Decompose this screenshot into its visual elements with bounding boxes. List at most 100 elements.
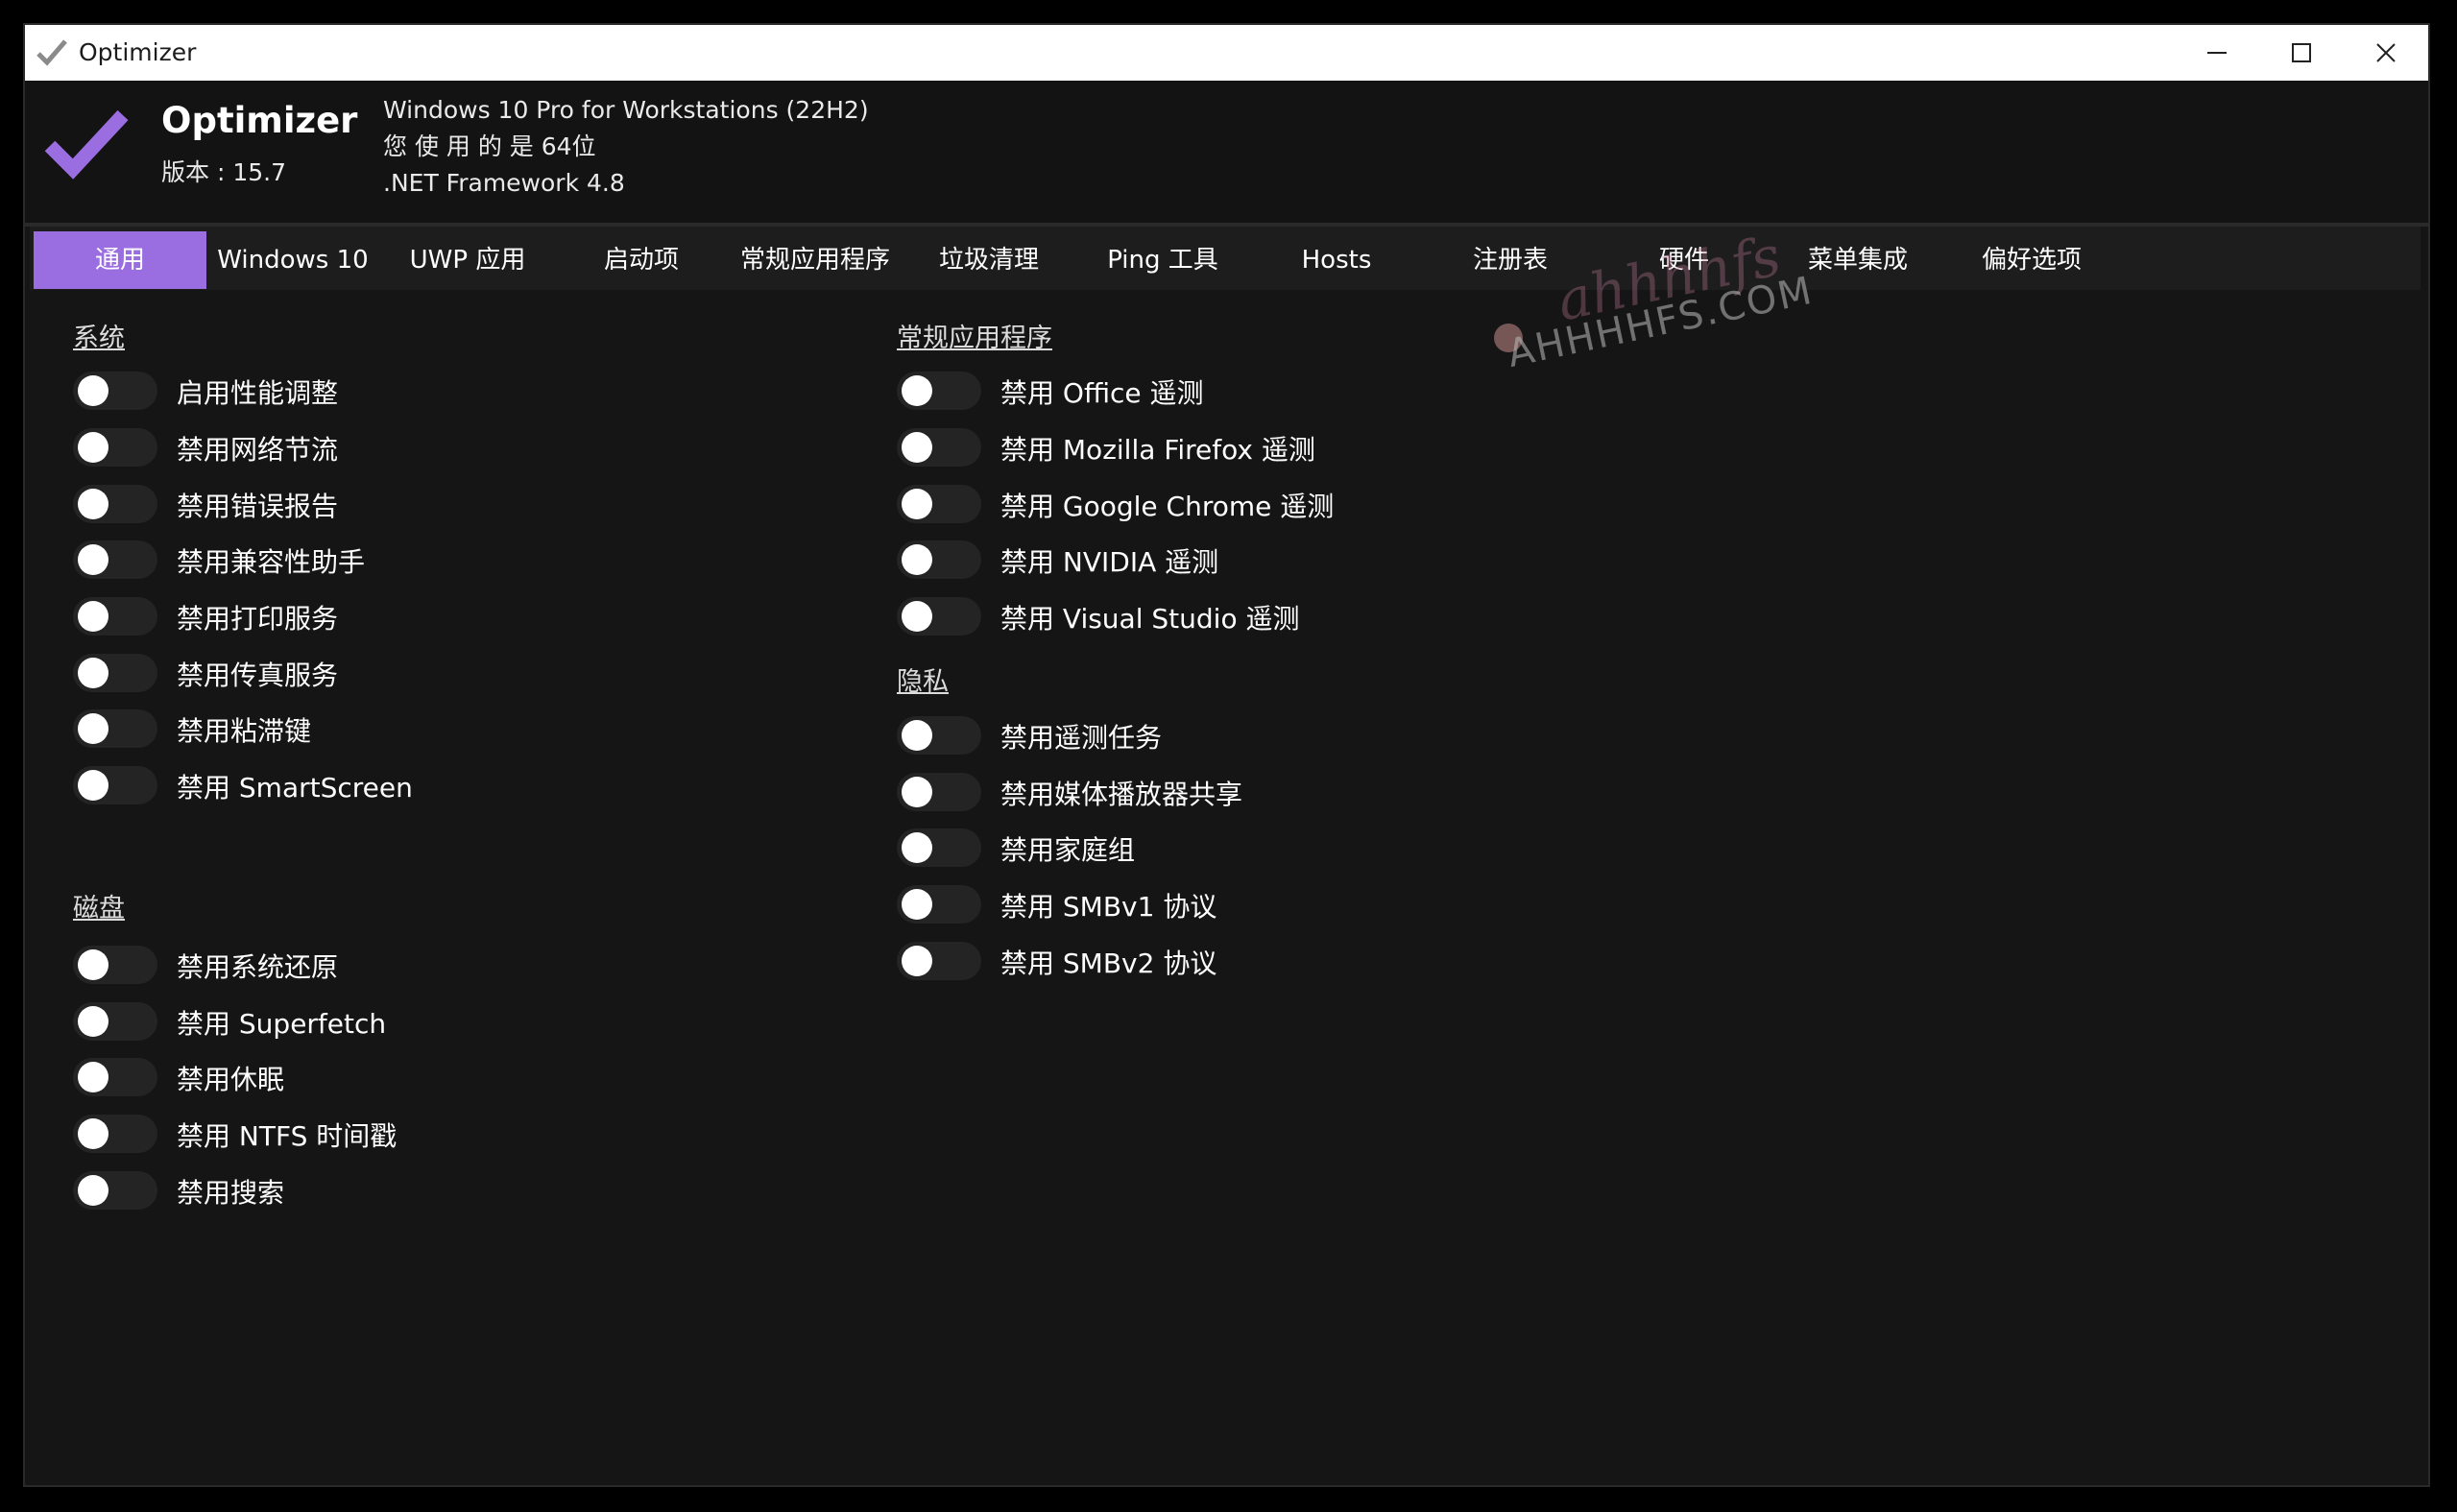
toggle-switch[interactable] <box>897 716 981 755</box>
tab-preferences[interactable]: 偏好选项 <box>1945 231 2118 289</box>
tab-cleanup[interactable]: 垃圾清理 <box>903 231 1075 289</box>
toggle-switch[interactable] <box>73 597 157 636</box>
toggle-knob <box>902 544 932 575</box>
os-architecture: 您 使 用 的 是 64位 <box>383 132 596 160</box>
tab-startup[interactable]: 启动项 <box>555 231 728 289</box>
app-name: Optimizer <box>161 100 358 141</box>
section-title-system[interactable]: 系统 <box>73 317 125 354</box>
toggle-knob <box>78 949 108 980</box>
option-label: 禁用 NVIDIA 遥测 <box>1000 546 1219 578</box>
toggle-knob <box>78 1006 108 1037</box>
option-label: 禁用家庭组 <box>1000 834 1136 866</box>
app-header: Optimizer 版本 : 15.7 Windows 10 Pro for W… <box>25 81 2428 227</box>
option-label: 禁用媒体播放器共享 <box>1000 779 1243 810</box>
tab-common-apps[interactable]: 常规应用程序 <box>729 231 902 289</box>
toggle-switch[interactable] <box>897 485 981 523</box>
toggle-switch[interactable] <box>897 942 981 980</box>
tab-hosts[interactable]: Hosts <box>1250 231 1423 289</box>
window-title: Optimizer <box>79 38 197 66</box>
tab-registry[interactable]: 注册表 <box>1424 231 1597 289</box>
tab-hardware[interactable]: 硬件 <box>1598 231 1770 289</box>
option-label: 禁用 SMBv1 协议 <box>1000 891 1217 923</box>
toggle-knob <box>78 1175 108 1206</box>
app-window: Optimizer Optimizer 版本 : 15.7 Windows 10… <box>25 25 2428 1485</box>
toggle-knob <box>902 375 932 406</box>
toggle-knob <box>902 720 932 751</box>
toggle-knob <box>78 375 108 406</box>
toggle-switch[interactable] <box>73 766 157 804</box>
toggle-switch[interactable] <box>897 597 981 636</box>
system-info: Windows 10 Pro for Workstations (22H2) 您… <box>383 92 869 202</box>
option-label: 禁用网络节流 <box>177 434 339 466</box>
toggle-switch[interactable] <box>73 428 157 467</box>
toggle-switch[interactable] <box>897 885 981 924</box>
title-bar[interactable]: Optimizer <box>25 25 2428 81</box>
toggle-switch[interactable] <box>897 540 981 579</box>
toggle-knob <box>902 832 932 863</box>
option-label: 禁用 NTFS 时间戳 <box>177 1120 397 1152</box>
os-name: Windows 10 Pro for Workstations (22H2) <box>383 96 869 124</box>
close-icon <box>2376 43 2396 62</box>
option-label: 禁用打印服务 <box>177 603 339 635</box>
toggle-switch[interactable] <box>73 654 157 692</box>
toggle-knob <box>78 658 108 688</box>
option-label: 禁用 SMBv2 协议 <box>1000 948 1217 979</box>
toggle-switch[interactable] <box>73 1002 157 1041</box>
toggle-knob <box>902 946 932 976</box>
option-label: 禁用 Google Chrome 遥测 <box>1000 491 1335 522</box>
option-label: 禁用 Visual Studio 遥测 <box>1000 603 1300 635</box>
toggle-switch[interactable] <box>73 1115 157 1153</box>
maximize-button[interactable] <box>2259 25 2344 81</box>
tab-ping-tool[interactable]: Ping 工具 <box>1076 231 1249 289</box>
close-button[interactable] <box>2344 25 2428 81</box>
toggle-knob <box>78 1062 108 1092</box>
toggle-knob <box>78 770 108 801</box>
toggle-switch[interactable] <box>897 428 981 467</box>
toggle-switch[interactable] <box>897 372 981 410</box>
toggle-knob <box>78 1118 108 1149</box>
option-label: 禁用兼容性助手 <box>177 546 366 578</box>
toggle-switch[interactable] <box>897 828 981 867</box>
section-title-disk[interactable]: 磁盘 <box>73 887 125 924</box>
tab-menu-integration[interactable]: 菜单集成 <box>1771 231 1944 289</box>
toggle-knob <box>902 601 932 632</box>
toggle-switch[interactable] <box>73 540 157 579</box>
toggle-switch[interactable] <box>73 1171 157 1210</box>
toggle-knob <box>78 489 108 519</box>
app-version: 版本 : 15.7 <box>161 158 286 186</box>
option-label: 禁用遥测任务 <box>1000 722 1163 754</box>
general-panel: 系统 启用性能调整 禁用网络节流 禁用错误报告 禁用兼容性助手 禁用打印服务 禁… <box>25 290 2428 1480</box>
toggle-switch[interactable] <box>73 709 157 748</box>
option-label: 禁用 SmartScreen <box>177 772 413 804</box>
toggle-knob <box>78 713 108 744</box>
toggle-switch[interactable] <box>73 372 157 410</box>
option-label: 禁用粘滞键 <box>177 715 312 747</box>
minimize-button[interactable] <box>2175 25 2259 81</box>
maximize-icon <box>2292 43 2311 62</box>
toggle-switch[interactable] <box>897 773 981 811</box>
tab-general[interactable]: 通用 <box>34 231 206 289</box>
toggle-switch[interactable] <box>73 485 157 523</box>
section-title-privacy[interactable]: 隐私 <box>897 660 949 698</box>
toggle-knob <box>78 601 108 632</box>
option-label: 禁用 Office 遥测 <box>1000 377 1204 409</box>
option-label: 禁用 Superfetch <box>177 1008 387 1040</box>
tab-bar: 通用 Windows 10 UWP 应用 启动项 常规应用程序 垃圾清理 Pin… <box>30 227 2421 290</box>
option-label: 禁用搜索 <box>177 1177 285 1209</box>
option-label: 禁用错误报告 <box>177 491 339 522</box>
option-label: 启用性能调整 <box>177 377 339 409</box>
checkmark-icon <box>36 39 67 66</box>
section-title-common-apps[interactable]: 常规应用程序 <box>897 317 1052 354</box>
minimize-icon <box>2207 52 2227 54</box>
toggle-knob <box>902 777 932 807</box>
tab-uwp-apps[interactable]: UWP 应用 <box>381 231 554 289</box>
option-label: 禁用 Mozilla Firefox 遥测 <box>1000 434 1315 466</box>
toggle-knob <box>902 489 932 519</box>
toggle-knob <box>902 889 932 920</box>
toggle-switch[interactable] <box>73 946 157 984</box>
toggle-switch[interactable] <box>73 1058 157 1096</box>
tab-windows10[interactable]: Windows 10 <box>206 231 379 289</box>
framework-version: .NET Framework 4.8 <box>383 169 625 197</box>
toggle-knob <box>78 432 108 463</box>
option-label: 禁用系统还原 <box>177 951 339 983</box>
